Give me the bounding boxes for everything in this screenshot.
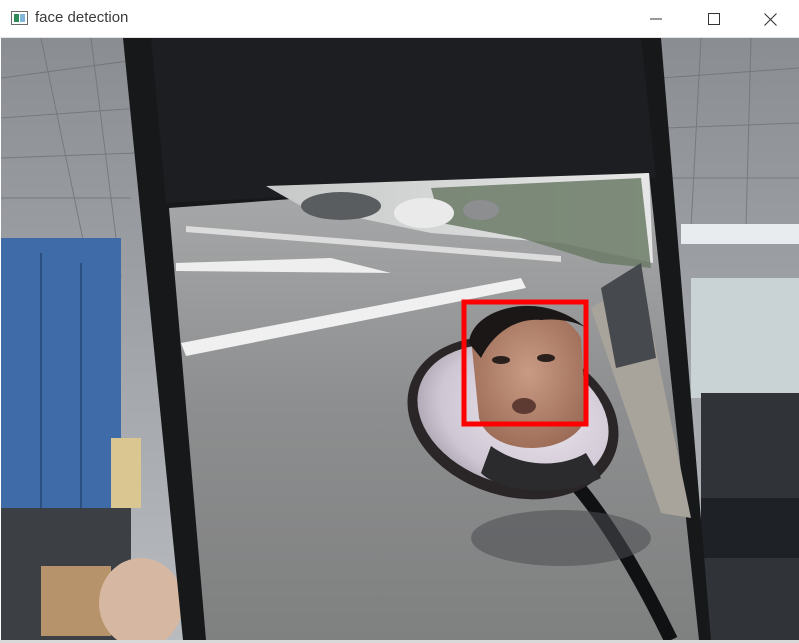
phone-screen <box>169 173 699 640</box>
minimize-button[interactable] <box>627 0 685 38</box>
face-detection-window: face detection <box>0 0 799 643</box>
maximize-button[interactable] <box>685 0 743 38</box>
minimize-icon <box>650 13 662 25</box>
title-bar[interactable]: face detection <box>0 0 799 38</box>
maximize-icon <box>708 13 720 25</box>
app-icon <box>11 11 28 25</box>
close-button[interactable] <box>741 0 799 38</box>
close-icon <box>763 12 777 26</box>
camera-frame <box>1 38 799 640</box>
window-title: face detection <box>35 9 129 26</box>
camera-view <box>1 38 799 640</box>
